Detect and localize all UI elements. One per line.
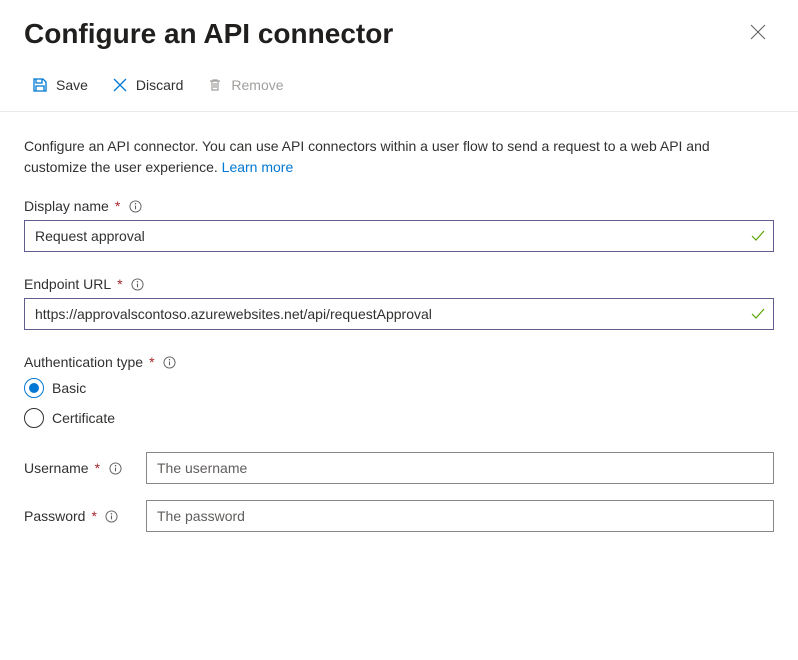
discard-icon (112, 77, 128, 93)
required-indicator: * (91, 508, 96, 524)
username-label: Username (24, 460, 89, 476)
password-label-row: Password * (24, 508, 134, 524)
page-title: Configure an API connector (24, 18, 393, 50)
learn-more-link[interactable]: Learn more (222, 159, 294, 175)
remove-label: Remove (231, 77, 283, 93)
endpoint-url-input[interactable] (24, 298, 774, 330)
display-name-input[interactable] (24, 220, 774, 252)
required-indicator: * (117, 276, 122, 292)
endpoint-url-field: Endpoint URL * (24, 276, 774, 330)
display-name-input-wrapper (24, 220, 774, 252)
info-icon[interactable] (128, 199, 142, 213)
trash-icon (207, 77, 223, 93)
checkmark-icon (750, 228, 766, 244)
auth-type-field: Authentication type * Basic Certificate (24, 354, 774, 428)
radio-indicator (24, 408, 44, 428)
save-label: Save (56, 77, 88, 93)
form-content: Configure an API connector. You can use … (0, 112, 798, 572)
auth-type-label-row: Authentication type * (24, 354, 774, 370)
username-label-row: Username * (24, 460, 134, 476)
display-name-label-row: Display name * (24, 198, 774, 214)
description-body: Configure an API connector. You can use … (24, 138, 710, 175)
required-indicator: * (115, 198, 120, 214)
endpoint-url-input-wrapper (24, 298, 774, 330)
radio-label-basic: Basic (52, 380, 86, 396)
radio-label-certificate: Certificate (52, 410, 115, 426)
radio-dot (29, 383, 39, 393)
password-label: Password (24, 508, 85, 524)
toolbar: Save Discard Remove (0, 59, 798, 112)
password-field: Password * (24, 500, 774, 532)
password-input-wrapper (146, 500, 774, 532)
save-icon (32, 77, 48, 93)
username-field: Username * (24, 452, 774, 484)
panel-header: Configure an API connector (0, 0, 798, 59)
close-icon (750, 24, 766, 43)
info-icon[interactable] (131, 277, 145, 291)
radio-indicator (24, 378, 44, 398)
display-name-label: Display name (24, 198, 109, 214)
username-input-wrapper (146, 452, 774, 484)
password-input[interactable] (146, 500, 774, 532)
auth-type-radio-group: Basic Certificate (24, 378, 774, 428)
info-icon[interactable] (108, 461, 122, 475)
checkmark-icon (750, 306, 766, 322)
close-button[interactable] (742, 16, 774, 51)
auth-type-label: Authentication type (24, 354, 143, 370)
required-indicator: * (149, 354, 154, 370)
discard-button[interactable]: Discard (104, 71, 191, 99)
remove-button: Remove (199, 71, 291, 99)
description-text: Configure an API connector. You can use … (24, 136, 774, 178)
save-button[interactable]: Save (24, 71, 96, 99)
username-input[interactable] (146, 452, 774, 484)
required-indicator: * (95, 460, 100, 476)
info-icon[interactable] (105, 509, 119, 523)
endpoint-url-label: Endpoint URL (24, 276, 111, 292)
endpoint-url-label-row: Endpoint URL * (24, 276, 774, 292)
discard-label: Discard (136, 77, 183, 93)
display-name-field: Display name * (24, 198, 774, 252)
info-icon[interactable] (163, 355, 177, 369)
radio-option-certificate[interactable]: Certificate (24, 408, 774, 428)
radio-option-basic[interactable]: Basic (24, 378, 774, 398)
